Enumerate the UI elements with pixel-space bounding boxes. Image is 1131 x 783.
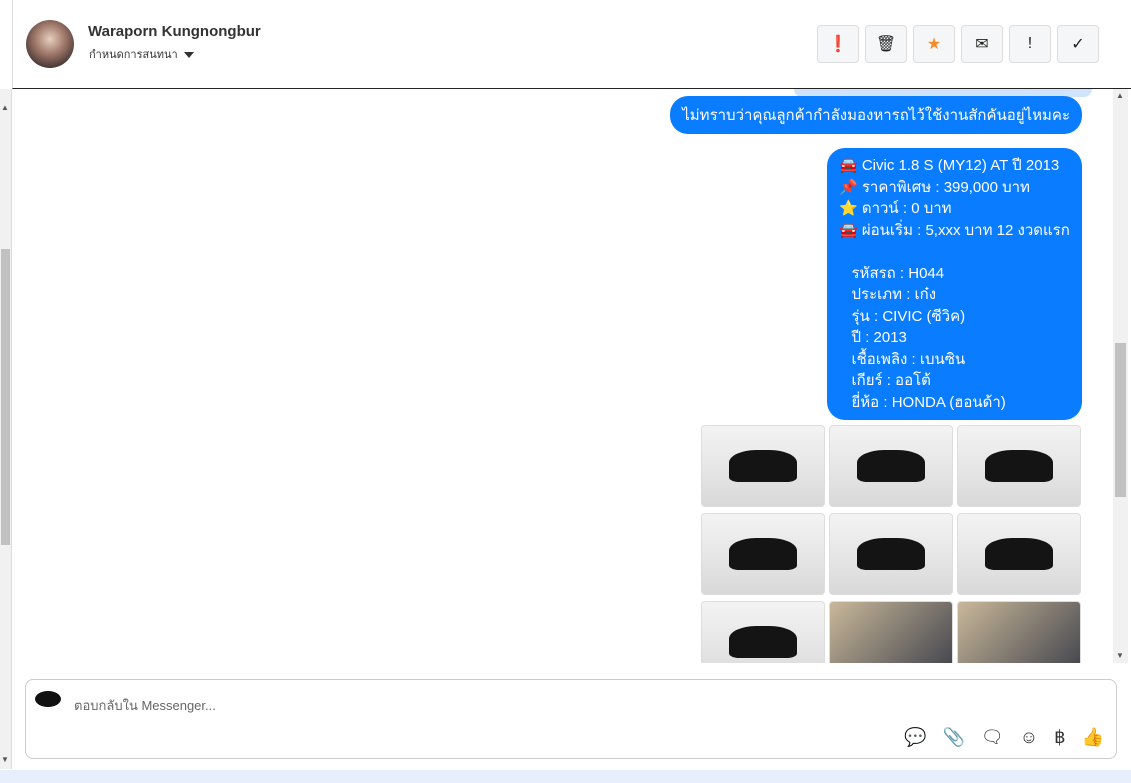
contact-avatar[interactable] [26, 20, 74, 68]
reply-input[interactable]: ตอบกลับใน Messenger... [74, 695, 216, 716]
car-photo[interactable] [701, 513, 825, 595]
car-photo[interactable] [957, 425, 1081, 507]
car-photo[interactable] [829, 513, 953, 595]
bottom-bar [0, 770, 1131, 783]
message-list: ไม่ทราบว่าคุณลูกค้ากำลังมองหารถไว้ใช้งาน… [12, 89, 1113, 663]
saved-reply-icon[interactable]: 💬 [904, 727, 926, 748]
check-icon: ✓ [1071, 36, 1085, 53]
scroll-down-arrow[interactable]: ▼ [1116, 651, 1124, 660]
scroll-thumb[interactable] [1115, 343, 1126, 497]
left-scrollbar[interactable]: ▲ ▼ [0, 89, 12, 769]
envelope-icon: ✉ [975, 36, 989, 53]
conversation-settings-dropdown[interactable]: กำหนดการสนทนา [89, 45, 194, 63]
car-photo[interactable] [701, 425, 825, 507]
exclamation-icon: ! [1027, 35, 1033, 52]
trash-button[interactable]: 🗑 [865, 25, 907, 63]
star-icon: ★ [926, 36, 942, 53]
car-photo[interactable] [829, 425, 953, 507]
scroll-thumb[interactable] [1, 249, 10, 545]
photo-grid [701, 425, 1081, 663]
alert-circle-icon: ❗ [828, 36, 848, 53]
conversation-header: Waraporn Kungnongbur กำหนดการสนทนา ❗ 🗑 ★ ✉!… [12, 0, 1131, 89]
contact-name[interactable]: Waraporn Kungnongbur [88, 23, 261, 40]
header-actions: ❗ 🗑 ★ ✉! ✓ [817, 25, 1099, 63]
caret-down-icon [183, 52, 194, 59]
alert-circle-button[interactable]: ❗ [817, 25, 859, 63]
car-photo[interactable] [957, 513, 1081, 595]
dropdown-label: กำหนดการสนทนา [89, 49, 178, 61]
message-bubble: ไม่ทราบว่าคุณลูกค้ากำลังมองหารถไว้ใช้งาน… [670, 96, 1082, 134]
emoji-icon[interactable]: ☺ [1020, 727, 1038, 748]
thumbs-up-icon[interactable]: 👍 [1082, 727, 1104, 748]
star-button[interactable]: ★ [913, 25, 955, 63]
scroll-down-arrow[interactable]: ▼ [1, 755, 9, 764]
chat-bubble-icon[interactable]: 🗨 [981, 727, 1004, 748]
paperclip-icon[interactable]: 📎 [942, 727, 964, 748]
reply-composer[interactable]: ตอบกลับใน Messenger... 💬 📎 🗨 ☺ ฿ 👍 [25, 679, 1117, 759]
car-photo[interactable] [829, 601, 953, 663]
baht-icon[interactable]: ฿ [1054, 727, 1065, 748]
car-photo[interactable] [701, 601, 825, 663]
exclamation-button[interactable]: ! [1009, 25, 1051, 63]
check-button[interactable]: ✓ [1057, 25, 1099, 63]
car-photo[interactable] [957, 601, 1081, 663]
composer-tools: 💬 📎 🗨 ☺ ฿ 👍 [904, 727, 1104, 748]
trash-icon: 🗑 [875, 36, 897, 53]
scroll-up-arrow[interactable]: ▲ [1, 103, 9, 112]
envelope-button[interactable]: ✉ [961, 25, 1003, 63]
car-listing-message: 🚘 Civic 1.8 S (MY12) AT ปี 2013 📌 ราคาพิ… [827, 148, 1082, 420]
scroll-up-arrow[interactable]: ▲ [1116, 91, 1124, 100]
chat-scrollbar[interactable]: ▲ ▼ [1113, 89, 1128, 663]
page-avatar [35, 691, 61, 707]
